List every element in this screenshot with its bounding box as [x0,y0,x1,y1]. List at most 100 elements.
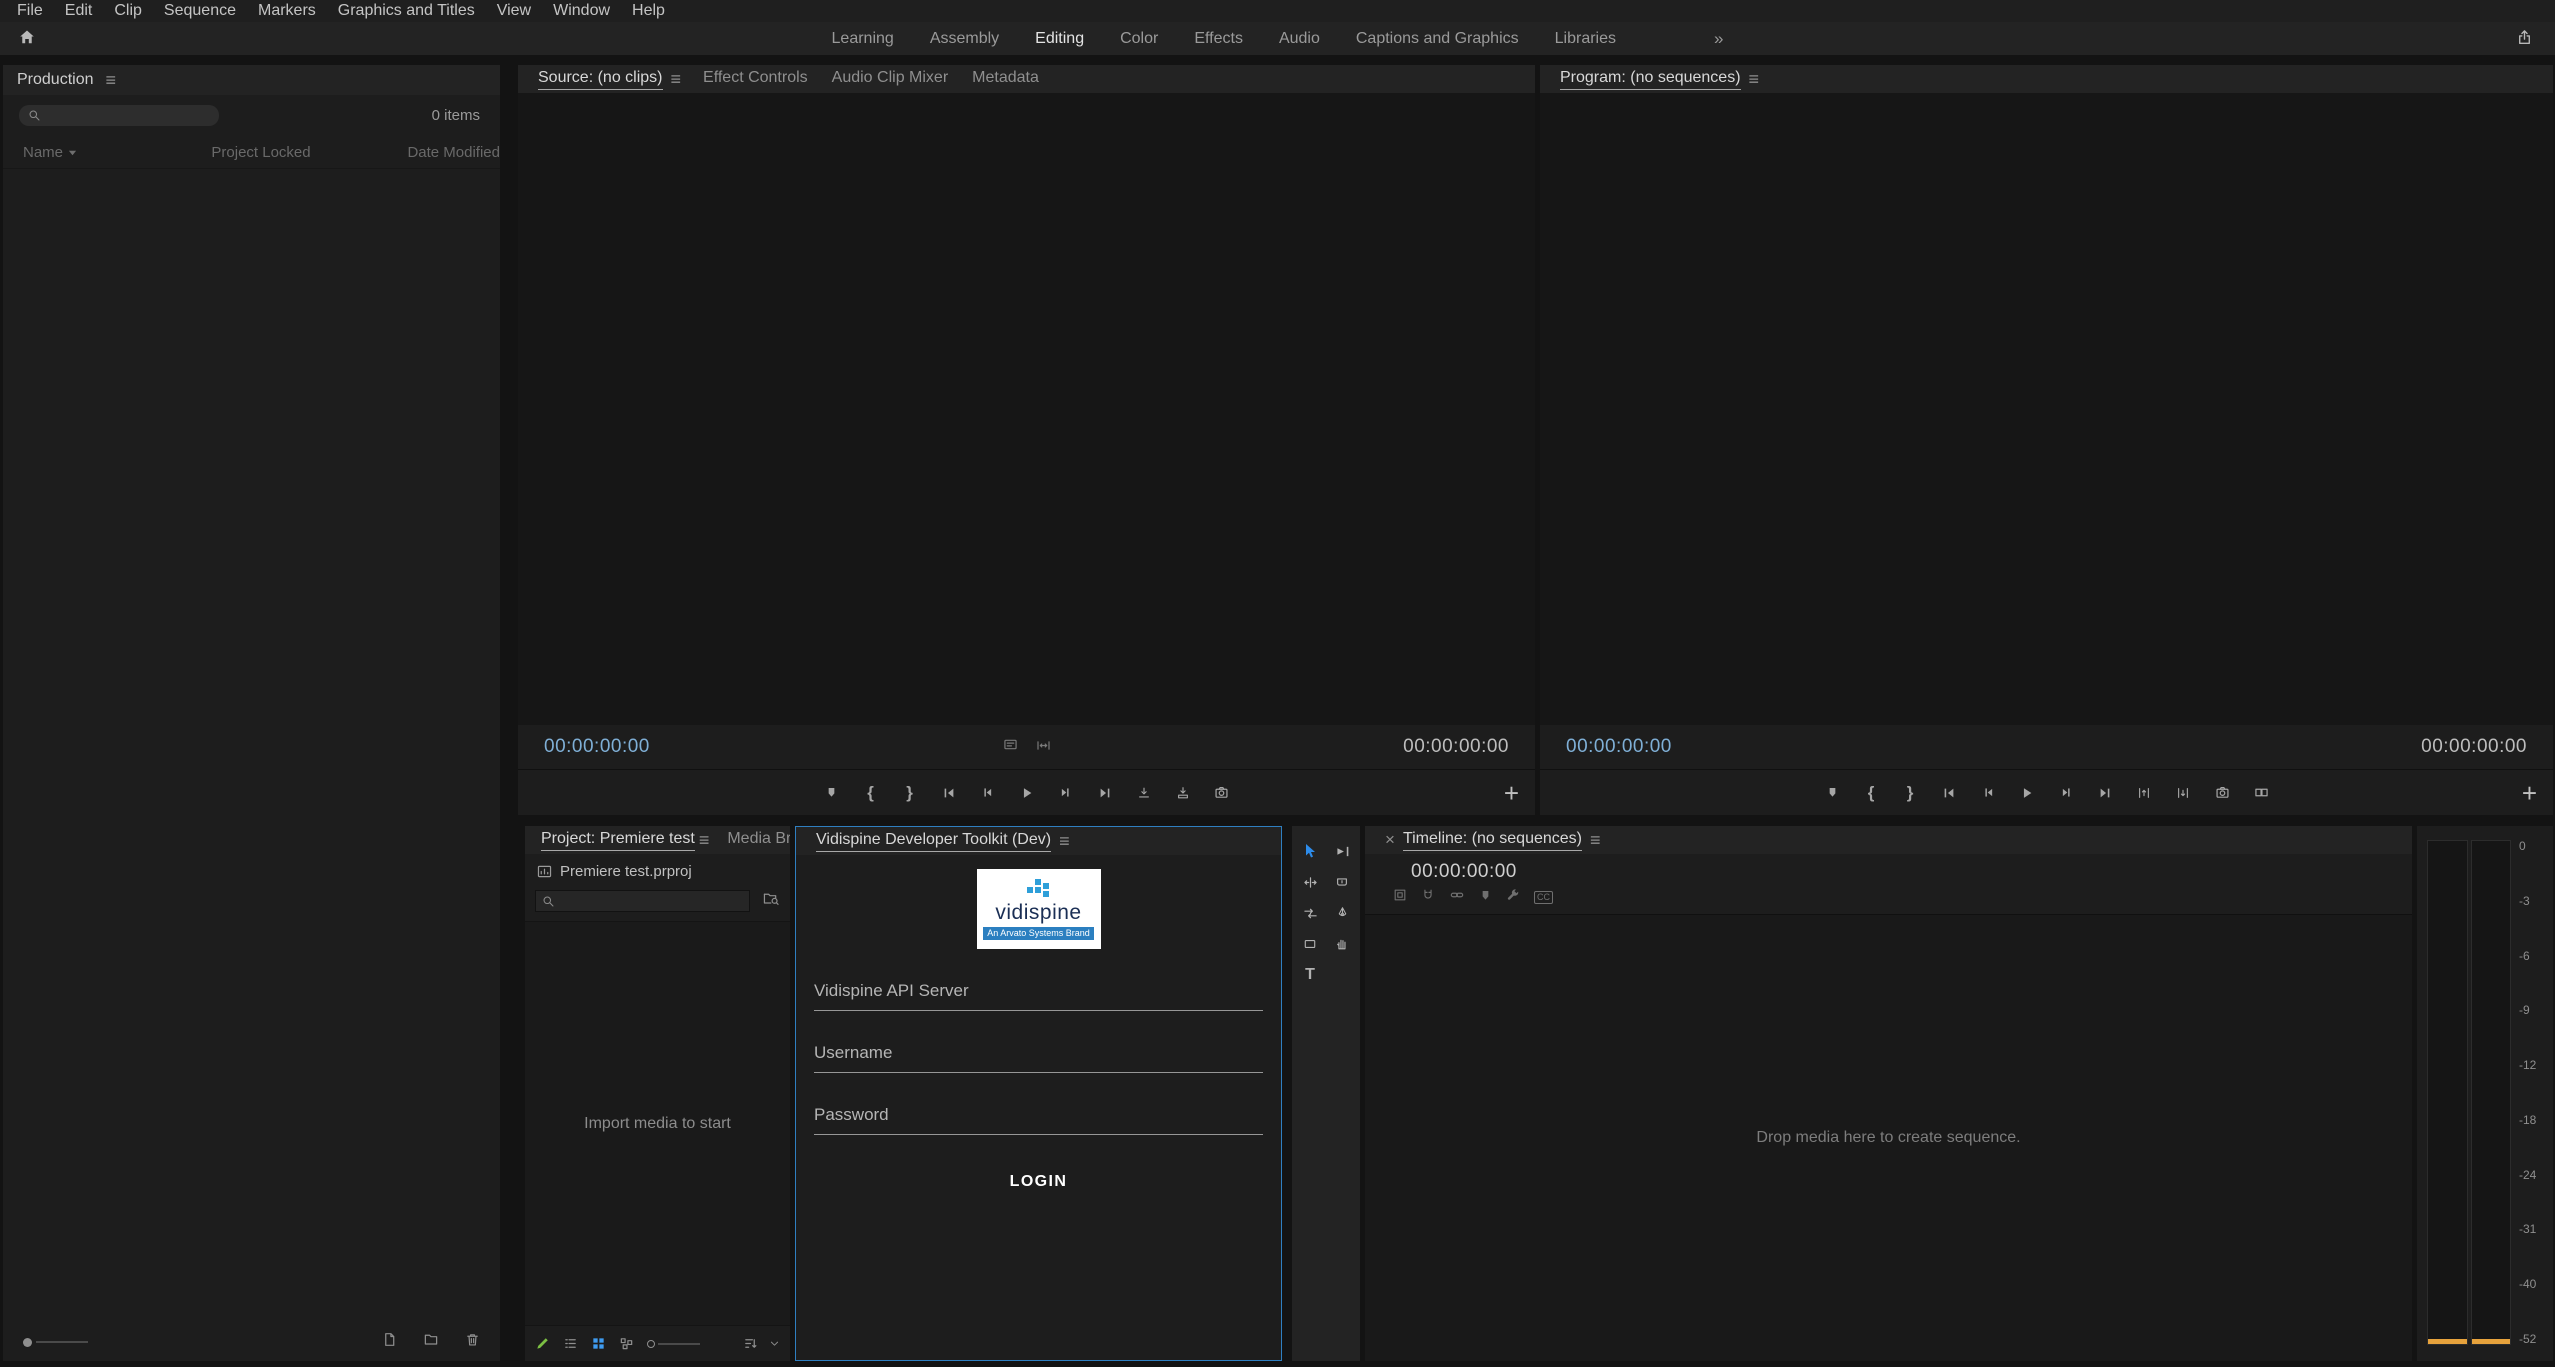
workspace-tab-editing[interactable]: Editing [1035,30,1084,48]
column-name[interactable]: Name [23,144,211,161]
list-view-icon[interactable] [563,1336,578,1351]
freeform-view-icon[interactable] [619,1336,634,1351]
play-icon[interactable] [1013,780,1041,806]
selection-tool-icon[interactable] [1294,838,1326,864]
button-editor-icon[interactable]: + [2522,780,2537,806]
project-writable-pencil-icon[interactable] [535,1336,550,1351]
column-date-modified[interactable]: Date Modified [407,144,500,161]
audio-meters[interactable] [2427,840,2511,1345]
comparison-view-icon[interactable] [2247,780,2275,806]
lift-icon[interactable] [2130,780,2158,806]
go-to-out-icon[interactable] [1091,780,1119,806]
timeline-drop-zone[interactable]: Drop media here to create sequence. [1365,914,2412,1361]
step-forward-icon[interactable] [2052,780,2080,806]
chevron-down-icon[interactable] [769,1338,780,1349]
step-back-icon[interactable] [974,780,1002,806]
project-item-list[interactable]: Import media to start [525,921,790,1325]
hand-tool-icon[interactable] [1326,931,1358,957]
tab-audio-clip-mixer[interactable]: Audio Clip Mixer [820,65,960,93]
tab-metadata[interactable]: Metadata [960,65,1051,93]
program-current-timecode[interactable]: 00:00:00:00 [1566,736,1672,758]
thumbnail-zoom-slider[interactable] [23,1338,88,1347]
menu-edit[interactable]: Edit [54,0,104,22]
add-marker-icon[interactable] [1479,889,1492,907]
menu-file[interactable]: File [6,0,54,22]
menu-sequence[interactable]: Sequence [153,0,247,22]
zoom-slider-knob[interactable] [23,1338,32,1347]
mark-in-icon[interactable]: { [1857,780,1885,806]
go-to-in-icon[interactable] [1935,780,1963,806]
panel-menu-icon[interactable]: ≡ [1590,830,1601,851]
button-editor-icon[interactable]: + [1504,780,1519,806]
workspace-tab-audio[interactable]: Audio [1279,30,1320,48]
tab-source-monitor[interactable]: Source: (no clips) [526,65,675,93]
workspace-tab-learning[interactable]: Learning [832,30,894,48]
tab-vidispine-toolkit[interactable]: Vidispine Developer Toolkit (Dev) [804,827,1063,855]
icon-view-icon[interactable] [591,1336,606,1351]
production-item-list[interactable] [3,169,500,1323]
add-marker-icon[interactable] [1818,780,1846,806]
workspace-tab-color[interactable]: Color [1120,30,1158,48]
ripple-edit-tool-icon[interactable] [1294,869,1326,895]
mark-out-icon[interactable]: } [896,780,924,806]
panel-menu-icon[interactable]: ≡ [671,69,682,90]
close-panel-icon[interactable]: × [1385,830,1395,850]
timeline-current-timecode[interactable]: 00:00:00:00 [1411,861,1517,882]
step-forward-icon[interactable] [1052,780,1080,806]
workspace-overflow-icon[interactable]: » [1714,29,1723,49]
tab-timeline[interactable]: × Timeline: (no sequences) [1373,826,1594,854]
menu-help[interactable]: Help [621,0,676,22]
go-to-in-icon[interactable] [935,780,963,806]
play-icon[interactable] [2013,780,2041,806]
razor-tool-icon[interactable] [1326,869,1358,895]
nest-toggle-icon[interactable] [1393,888,1407,907]
menu-window[interactable]: Window [542,0,621,22]
menu-graphics-and-titles[interactable]: Graphics and Titles [327,0,486,22]
thumbnail-zoom-slider[interactable] [647,1340,700,1348]
menu-clip[interactable]: Clip [103,0,153,22]
home-button[interactable] [18,28,36,51]
rectangle-tool-icon[interactable] [1294,931,1326,957]
panel-menu-icon[interactable]: ≡ [1749,69,1760,90]
zoom-slider-knob[interactable] [647,1340,655,1348]
step-back-icon[interactable] [1974,780,2002,806]
workspace-tab-libraries[interactable]: Libraries [1555,30,1616,48]
tab-media-browser[interactable]: Media Browser [719,826,790,854]
password-field[interactable]: Password [814,1105,1263,1135]
slip-tool-icon[interactable] [1294,900,1326,926]
delete-icon[interactable] [465,1332,480,1352]
create-search-bin-icon[interactable] [762,891,780,911]
type-tool-icon[interactable]: T [1294,962,1326,988]
snap-magnet-icon[interactable] [1421,888,1435,907]
tab-effect-controls[interactable]: Effect Controls [691,65,820,93]
sort-icons-icon[interactable] [743,1336,758,1351]
display-settings-icon[interactable] [1003,738,1018,756]
track-select-forward-tool-icon[interactable] [1326,838,1358,864]
login-button[interactable]: LOGIN [814,1173,1263,1191]
captions-display-icon[interactable]: CC [1534,891,1553,904]
mark-in-icon[interactable]: { [857,780,885,806]
workspace-tab-assembly[interactable]: Assembly [930,30,999,48]
workspace-tab-captions-and-graphics[interactable]: Captions and Graphics [1356,30,1519,48]
go-to-out-icon[interactable] [2091,780,2119,806]
extract-icon[interactable] [2169,780,2197,806]
api-server-field[interactable]: Vidispine API Server [814,981,1263,1011]
tab-project[interactable]: Project: Premiere test [533,826,703,854]
timeline-settings-wrench-icon[interactable] [1506,888,1520,907]
project-file-row[interactable]: Premiere test.prproj [525,854,790,880]
export-frame-icon[interactable] [1208,780,1236,806]
workspace-tab-effects[interactable]: Effects [1194,30,1243,48]
export-frame-icon[interactable] [2208,780,2236,806]
column-project-locked[interactable]: Project Locked [211,144,407,161]
linked-selection-icon[interactable] [1449,888,1465,907]
new-item-icon[interactable] [382,1332,397,1352]
panel-menu-icon[interactable]: ≡ [106,70,117,91]
quick-export-icon[interactable] [2516,29,2533,51]
panel-menu-icon[interactable]: ≡ [699,830,710,851]
pen-tool-icon[interactable] [1326,900,1358,926]
add-marker-icon[interactable] [818,780,846,806]
source-current-timecode[interactable]: 00:00:00:00 [544,736,650,758]
production-search-input[interactable] [19,105,219,126]
new-bin-icon[interactable] [423,1332,439,1352]
menu-markers[interactable]: Markers [247,0,327,22]
